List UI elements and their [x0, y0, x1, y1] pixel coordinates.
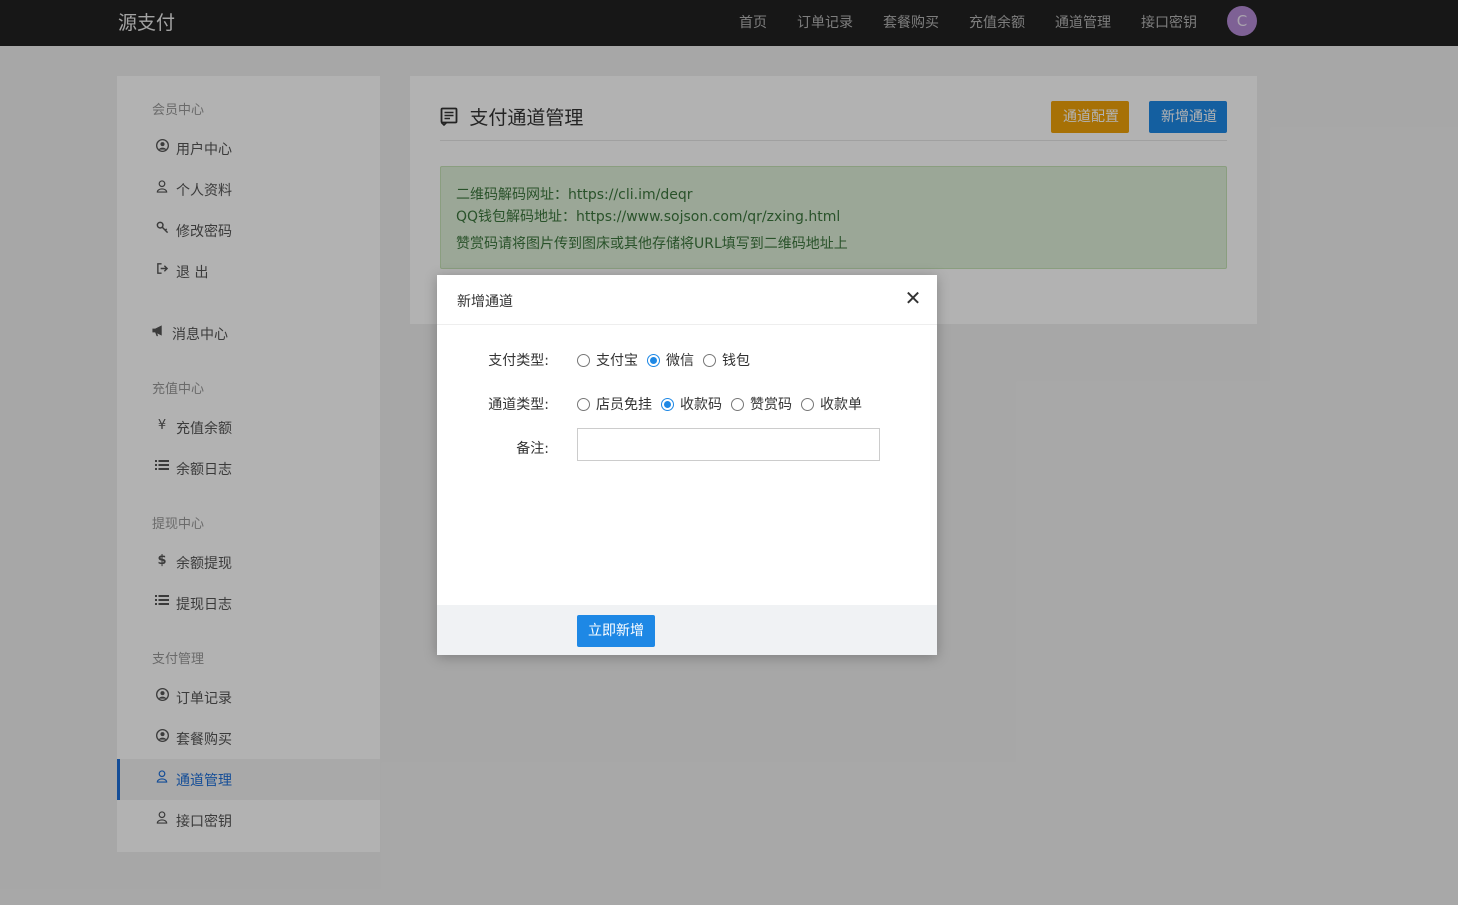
modal-title: 新增通道: [457, 294, 513, 310]
radio-circle: [731, 398, 744, 411]
radio-label: 赞赏码: [750, 397, 792, 413]
radio-channel-reward[interactable]: 赞赏码: [731, 394, 792, 414]
radio-channel-clerk[interactable]: 店员免挂: [577, 394, 652, 414]
modal-footer: 立即新增: [437, 605, 937, 655]
modal-header: 新增通道 ✕: [437, 275, 937, 325]
radio-channel-qr[interactable]: 收款码: [661, 394, 722, 414]
close-icon[interactable]: ✕: [903, 288, 923, 308]
radio-pay-alipay[interactable]: 支付宝: [577, 350, 638, 370]
radio-circle: [577, 398, 590, 411]
radio-pay-wechat[interactable]: 微信: [647, 350, 694, 370]
radio-pay-wallet[interactable]: 钱包: [703, 350, 750, 370]
radio-circle: [801, 398, 814, 411]
radio-label: 店员免挂: [596, 397, 652, 413]
radio-circle: [577, 354, 590, 367]
radio-circle: [661, 398, 674, 411]
radio-label: 微信: [666, 353, 694, 369]
remark-label: 备注:: [516, 441, 549, 457]
radio-circle: [647, 354, 660, 367]
radio-label: 收款码: [680, 397, 722, 413]
add-channel-modal: 新增通道 ✕ 支付类型: 支付宝 微信 钱包 通道类型: 店员免挂 收款码 赞赏…: [437, 275, 937, 655]
radio-channel-bill[interactable]: 收款单: [801, 394, 862, 414]
remark-input[interactable]: [577, 428, 880, 461]
radio-label: 收款单: [820, 397, 862, 413]
radio-circle: [703, 354, 716, 367]
channel-type-label: 通道类型:: [488, 397, 549, 413]
pay-type-label: 支付类型:: [488, 353, 549, 369]
radio-label: 支付宝: [596, 353, 638, 369]
submit-button[interactable]: 立即新增: [577, 615, 655, 647]
radio-label: 钱包: [722, 353, 750, 369]
